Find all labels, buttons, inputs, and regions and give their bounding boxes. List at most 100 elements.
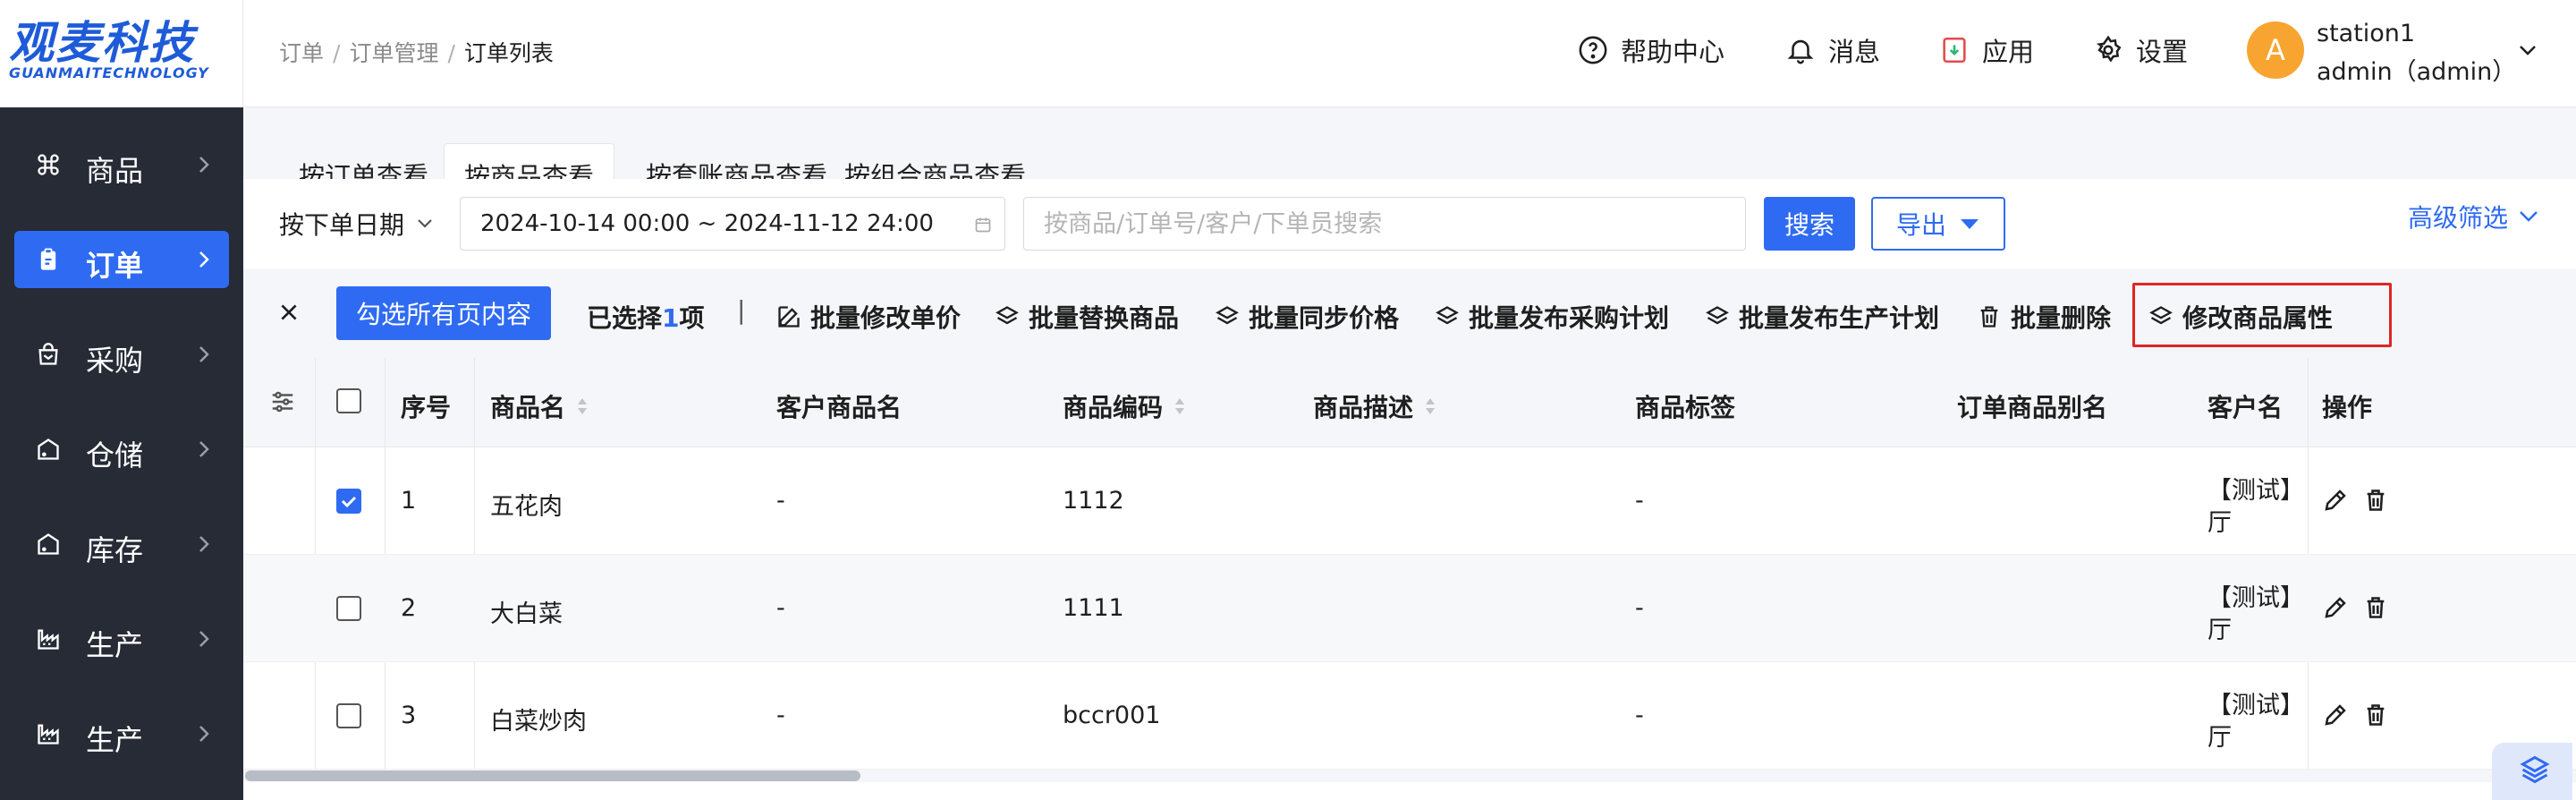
search-button[interactable]: 搜索 xyxy=(1764,197,1855,251)
help-center-link[interactable]: 帮助中心 xyxy=(1578,30,1724,70)
cell-goods-code: 1112 xyxy=(1063,487,1124,515)
date-range-picker[interactable]: 2024-10-14 00:00 ~ 2024-11-12 24:00 xyxy=(460,197,1005,251)
advanced-filter-link[interactable]: 高级筛选 xyxy=(2408,199,2540,234)
batch-action-bar: 勾选所有页内容 已选择1项 | 批量修改单价 批量替换商品 批量同步价格 批量发… xyxy=(243,268,2576,358)
layers-icon xyxy=(1706,306,1729,325)
batch-divider: | xyxy=(737,295,746,325)
export-button[interactable]: 导出 xyxy=(1871,197,2005,251)
gear-icon xyxy=(2096,35,2122,63)
close-icon[interactable] xyxy=(277,301,301,324)
cell-index: 3 xyxy=(401,702,417,729)
batch-edit-price-button[interactable]: 批量修改单价 xyxy=(776,299,961,335)
goods-panel: 按下单日期 2024-10-14 00:00 ~ 2024-11-12 24:0… xyxy=(243,179,2576,800)
messages-label: 消息 xyxy=(1828,37,1881,67)
th-goods-name[interactable]: 商品名 xyxy=(490,388,589,424)
th-goods-desc[interactable]: 商品描述 xyxy=(1313,388,1436,424)
th-customer-goods-name: 客户商品名 xyxy=(776,393,902,422)
trash-icon xyxy=(1980,306,1998,328)
cell-customer-name: 【测试】 xyxy=(2207,692,2304,719)
row-checkbox[interactable] xyxy=(336,489,361,514)
sidebar-item-label: 生产 xyxy=(86,628,144,662)
layers-icon xyxy=(2520,755,2550,784)
check-icon xyxy=(341,496,357,508)
chevron-right-icon xyxy=(199,441,209,457)
breadcrumb-item[interactable]: 订单管理 xyxy=(349,40,438,66)
sidebar-item-orders[interactable]: 订单 xyxy=(14,231,229,288)
cell-goods-code: 1111 xyxy=(1063,594,1124,622)
apps-link[interactable]: 应用 xyxy=(1939,30,2034,70)
clipboard-icon xyxy=(40,248,56,270)
pencil-icon[interactable] xyxy=(2322,487,2349,514)
table-row[interactable]: 2 大白菜 - 1111 - 【测试】 厅 xyxy=(243,555,2576,662)
select-all-pages-button[interactable]: 勾选所有页内容 xyxy=(336,286,551,340)
batch-sync-price-button[interactable]: 批量同步价格 xyxy=(1215,299,1399,335)
cell-goods-tag: - xyxy=(1635,702,1644,729)
sidebar-item-purchase[interactable]: 采购 xyxy=(14,326,229,383)
trash-icon[interactable] xyxy=(2363,594,2388,621)
logo-subtext: GUANMAITECHNOLOGY xyxy=(9,64,209,81)
sidebar-item-goods[interactable]: 商品 xyxy=(14,136,229,193)
trash-icon[interactable] xyxy=(2363,702,2388,728)
sidebar-item-production[interactable]: 生产 xyxy=(14,610,229,668)
sidebar-item-label: 库存 xyxy=(86,533,144,567)
factory-icon xyxy=(38,629,59,650)
breadcrumb-current: 订单列表 xyxy=(463,40,554,66)
sidebar-item-inventory[interactable]: 库存 xyxy=(14,515,229,573)
app-download-icon xyxy=(1943,37,1966,64)
selected-count: 已选择1项 xyxy=(587,303,705,333)
cell-customer-name-cont: 厅 xyxy=(2207,724,2232,752)
messages-link[interactable]: 消息 xyxy=(1785,30,1880,70)
bell-icon xyxy=(1787,39,1814,64)
layers-icon xyxy=(1436,306,1459,325)
th-operations: 操作 xyxy=(2322,393,2373,422)
cell-index: 1 xyxy=(401,487,417,515)
table-row[interactable]: 3 白菜炒肉 - bccr001 - 【测试】 厅 xyxy=(243,662,2576,770)
batch-replace-goods-button[interactable]: 批量替换商品 xyxy=(995,299,1179,335)
breadcrumb-item[interactable]: 订单 xyxy=(279,40,324,66)
th-goods-code[interactable]: 商品编码 xyxy=(1063,388,1186,424)
pencil-icon[interactable] xyxy=(2322,702,2349,728)
batch-publish-production-button[interactable]: 批量发布生产计划 xyxy=(1705,299,1939,335)
sidebar-item-storage[interactable]: 仓储 xyxy=(14,421,229,478)
floating-task-button[interactable] xyxy=(2492,743,2572,800)
settings-link[interactable]: 设置 xyxy=(2093,30,2188,70)
avatar[interactable]: A xyxy=(2247,21,2304,79)
cell-customer-goods-name: - xyxy=(776,702,785,729)
settings-label: 设置 xyxy=(2136,37,2189,67)
chevron-down-icon[interactable] xyxy=(2515,39,2540,61)
chevron-right-icon xyxy=(199,251,209,268)
sidebar-nav: 商品 订单 采购 仓储 库存 生产 生产 xyxy=(0,136,243,800)
sidebar-item-production-2[interactable]: 生产 xyxy=(14,705,229,762)
select-all-checkbox[interactable] xyxy=(336,388,361,413)
cell-index: 2 xyxy=(401,594,417,622)
row-checkbox[interactable] xyxy=(336,596,361,621)
apps-label: 应用 xyxy=(1982,37,2035,67)
column-settings-icon[interactable] xyxy=(268,388,297,415)
search-input[interactable] xyxy=(1023,197,1746,251)
batch-delete-button[interactable]: 批量删除 xyxy=(1977,299,2111,335)
factory-icon xyxy=(38,724,59,745)
trash-icon[interactable] xyxy=(2363,487,2388,514)
shopping-bag-icon xyxy=(38,343,58,365)
sort-icon xyxy=(578,398,588,414)
pencil-icon[interactable] xyxy=(2322,594,2349,621)
sidebar: 观麦科技 GUANMAITECHNOLOGY 商品 订单 采购 仓储 库存 生产… xyxy=(0,0,243,800)
chevron-down-icon xyxy=(418,219,432,228)
sidebar-item-label: 采购 xyxy=(86,344,144,378)
scrollbar-thumb[interactable] xyxy=(245,770,860,781)
row-checkbox[interactable] xyxy=(336,703,361,728)
batch-publish-purchase-button[interactable]: 批量发布采购计划 xyxy=(1435,299,1669,335)
th-index: 序号 xyxy=(401,393,452,422)
horizontal-scrollbar[interactable] xyxy=(243,770,2576,782)
sidebar-item-label: 订单 xyxy=(86,249,144,283)
chevron-right-icon xyxy=(199,726,209,742)
th-goods-tag: 商品标签 xyxy=(1635,393,1736,422)
table-row[interactable]: 1 五花肉 - 1112 - 【测试】 厅 xyxy=(243,447,2576,555)
date-type-select[interactable]: 按下单日期 xyxy=(279,206,435,242)
user-name: station1 xyxy=(2317,20,2416,47)
sidebar-item-label: 商品 xyxy=(86,154,144,188)
sidebar-item-label: 仓储 xyxy=(86,438,144,472)
export-label: 导出 xyxy=(1895,210,1946,240)
calendar-icon xyxy=(975,217,991,233)
sort-icon xyxy=(1426,398,1436,414)
